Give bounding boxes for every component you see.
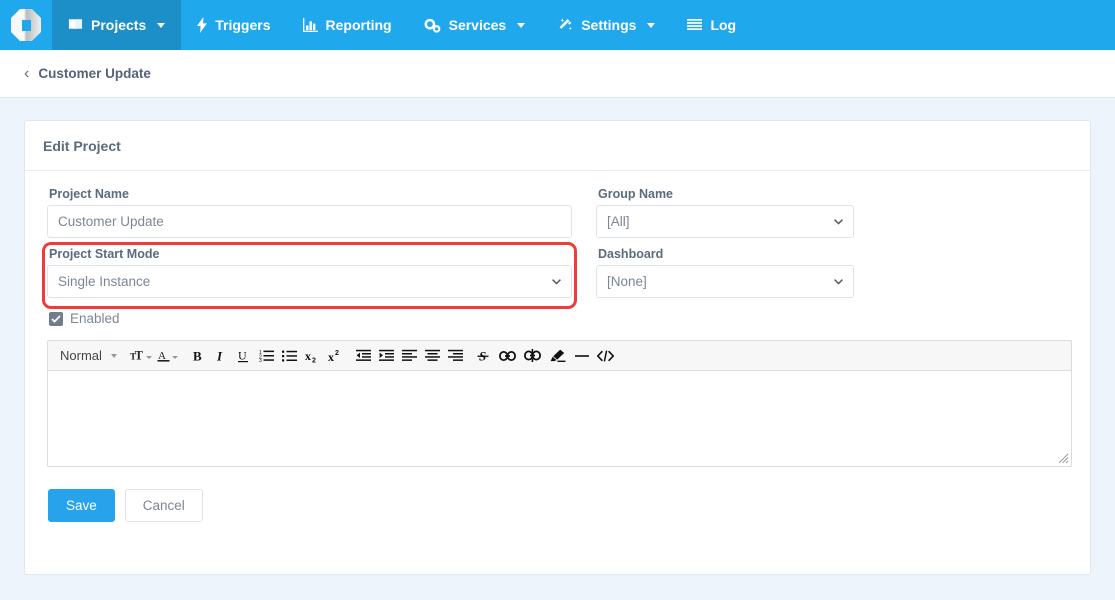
link-icon[interactable] — [496, 344, 520, 368]
nav-label-reporting: Reporting — [325, 17, 392, 33]
nav-label-projects: Projects — [91, 17, 147, 33]
enabled-label: Enabled — [70, 311, 120, 326]
project-start-mode-label: Project Start Mode — [49, 247, 160, 261]
dashboard-select[interactable]: [None] — [596, 265, 854, 298]
svg-text:2: 2 — [335, 350, 339, 357]
nav-label-log: Log — [710, 17, 737, 33]
clear-format-icon[interactable] — [546, 344, 570, 368]
svg-text:T: T — [135, 349, 143, 362]
align-left-icon[interactable] — [399, 344, 421, 368]
nav-item-services[interactable]: Services — [408, 0, 542, 50]
subscript-icon[interactable]: x 2 — [302, 344, 324, 368]
italic-icon[interactable]: I — [210, 344, 232, 368]
chevron-left-icon[interactable]: ‹ — [24, 65, 29, 82]
indent-icon[interactable] — [376, 344, 398, 368]
bullet-list-icon[interactable] — [279, 344, 301, 368]
cogs-icon — [424, 18, 441, 33]
cancel-button[interactable]: Cancel — [124, 489, 203, 522]
svg-text:I: I — [216, 349, 223, 363]
style-picker-label: Normal — [60, 348, 102, 363]
project-name-label: Project Name — [49, 187, 129, 201]
chevron-down-icon — [517, 22, 526, 28]
dashboard-label: Dashboard — [598, 247, 664, 261]
form-row: Project Name Project Start Mode Single I… — [42, 187, 1068, 326]
top-navbar: Projects Triggers Reporting Services Set… — [0, 0, 1115, 50]
unlink-icon[interactable] — [521, 344, 545, 368]
nav-item-triggers[interactable]: Triggers — [181, 0, 286, 50]
superscript-icon[interactable]: x 2 — [325, 344, 347, 368]
page-content: Edit Project Project Name Project Start … — [0, 98, 1115, 575]
text-color-icon[interactable]: A — [155, 344, 181, 368]
edit-project-card: Edit Project Project Name Project Start … — [24, 120, 1091, 575]
strikethrough-icon[interactable]: S — [473, 344, 495, 368]
chevron-down-icon — [110, 353, 117, 358]
save-button[interactable]: Save — [48, 489, 115, 522]
horizontal-rule-icon[interactable] — [571, 344, 593, 368]
enabled-row: Enabled — [49, 311, 572, 326]
outdent-icon[interactable] — [353, 344, 375, 368]
chevron-down-icon — [647, 22, 656, 28]
magic-wand-icon — [557, 17, 573, 33]
editor-toolbar: Normal T T A B I U 1 2 3 x 2 x 2 S — [47, 340, 1072, 370]
svg-text:B: B — [193, 349, 202, 363]
project-start-mode-select[interactable]: Single Instance — [47, 265, 572, 298]
enabled-checkbox[interactable] — [49, 311, 63, 326]
project-start-mode-group: Project Start Mode Single Instance — [42, 242, 577, 309]
breadcrumb-label[interactable]: Customer Update — [38, 66, 151, 81]
breadcrumb: ‹ Customer Update — [0, 50, 1115, 98]
resize-grip-icon[interactable] — [1058, 453, 1069, 464]
nav-item-reporting[interactable]: Reporting — [287, 0, 408, 50]
group-name-label: Group Name — [598, 187, 674, 201]
chevron-down-icon — [145, 356, 152, 359]
underline-icon[interactable]: U — [233, 344, 255, 368]
svg-text:U: U — [238, 349, 247, 363]
form-left-column: Project Name Project Start Mode Single I… — [42, 187, 577, 326]
font-size-icon[interactable]: T T — [128, 344, 154, 368]
chevron-down-icon — [172, 356, 179, 359]
nav-item-settings[interactable]: Settings — [541, 0, 671, 50]
svg-text:3: 3 — [259, 358, 262, 362]
brand-logo[interactable] — [0, 0, 52, 50]
bolt-icon — [197, 17, 208, 33]
navbar-items: Projects Triggers Reporting Services Set… — [52, 0, 752, 50]
nav-label-triggers: Triggers — [215, 17, 271, 33]
svg-text:2: 2 — [312, 357, 316, 363]
group-name-select[interactable]: [All] — [596, 205, 854, 238]
source-code-icon[interactable] — [594, 344, 618, 368]
card-body: Project Name Project Start Mode Single I… — [25, 171, 1090, 522]
ordered-list-icon[interactable]: 1 2 3 — [256, 344, 278, 368]
svg-text:x: x — [328, 350, 334, 363]
form-right-column: Group Name [All] Dashboard [None] — [596, 187, 854, 326]
card-title: Edit Project — [25, 121, 1090, 171]
chevron-down-icon — [157, 22, 166, 28]
editor-content-area[interactable] — [47, 370, 1072, 467]
nav-label-settings: Settings — [581, 17, 637, 33]
align-center-icon[interactable] — [422, 344, 444, 368]
style-picker[interactable]: Normal — [56, 344, 121, 368]
group-name-select-wrap: [All] — [596, 205, 854, 238]
nav-label-services: Services — [448, 17, 507, 33]
nav-item-log[interactable]: Log — [671, 0, 752, 50]
nav-item-projects[interactable]: Projects — [52, 0, 182, 50]
project-start-mode-select-wrap: Single Instance — [47, 265, 572, 298]
project-name-input[interactable] — [47, 205, 572, 238]
description-editor: Normal T T A B I U 1 2 3 x 2 x 2 S — [47, 340, 1072, 467]
form-actions: Save Cancel — [48, 489, 1068, 522]
list-icon — [687, 18, 703, 32]
bold-icon[interactable]: B — [187, 344, 209, 368]
align-right-icon[interactable] — [445, 344, 467, 368]
dashboard-select-wrap: [None] — [596, 265, 854, 298]
octagon-logo-icon — [11, 9, 41, 41]
bar-chart-icon — [302, 18, 318, 32]
book-icon — [68, 18, 83, 32]
svg-text:x: x — [305, 349, 311, 363]
